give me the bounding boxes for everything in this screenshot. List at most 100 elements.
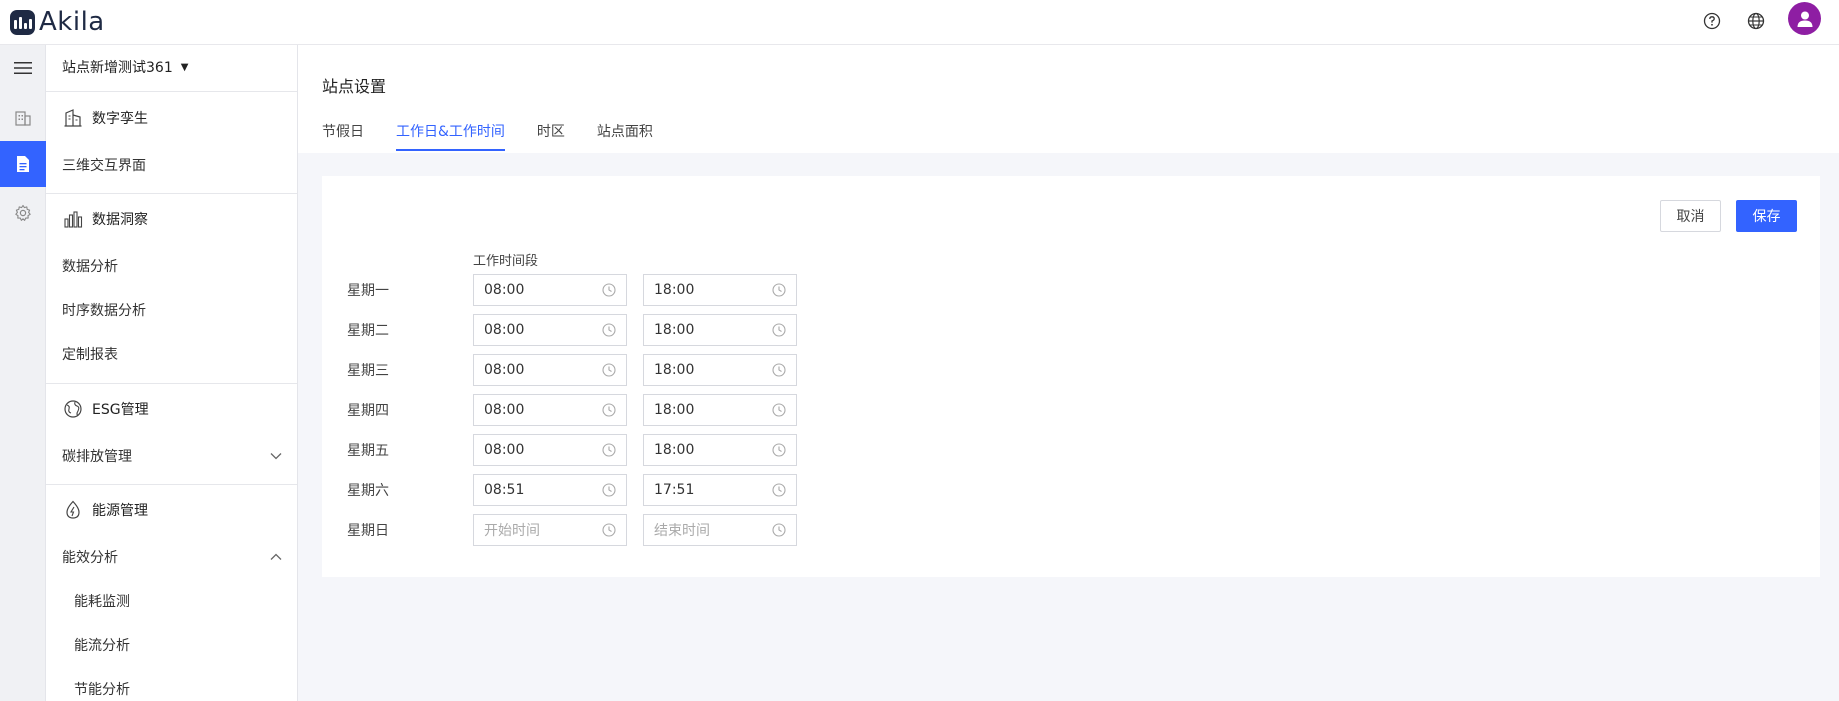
menu-item-timeseries-analysis[interactable]: 时序数据分析	[62, 300, 282, 320]
time-value: 08:00	[484, 322, 525, 338]
globe-leaf-icon	[62, 398, 84, 420]
user-icon	[1797, 11, 1812, 27]
akila-logo[interactable]: Akila	[10, 6, 105, 38]
top-header: Akila	[0, 0, 1839, 45]
clock-icon	[602, 403, 616, 417]
building-icon[interactable]	[0, 95, 46, 141]
globe-icon[interactable]	[1743, 8, 1769, 34]
menu-item-consumption-monitoring[interactable]: 能耗监测	[74, 591, 282, 611]
end-time-input[interactable]: 18:00	[643, 314, 797, 346]
side-menu: 站点新增测试361 ▼ 数字孪生 三维交互界面 数据洞察 数据分析 时序数据分析…	[46, 45, 298, 701]
gear-icon[interactable]	[0, 190, 46, 236]
menu-item-carbon-management[interactable]: 碳排放管理	[62, 446, 282, 466]
menu-group-energy: 能源管理	[62, 499, 148, 521]
start-time-input[interactable]: 08:00	[473, 274, 627, 306]
user-avatar[interactable]	[1788, 2, 1821, 35]
menu-divider	[46, 383, 297, 384]
building-outline-icon	[62, 107, 84, 129]
menu-item-data-analysis[interactable]: 数据分析	[62, 256, 282, 276]
chevron-up-icon	[270, 553, 282, 560]
chevron-down-icon	[270, 453, 282, 460]
clock-icon	[772, 363, 786, 377]
tab-timezone[interactable]: 时区	[537, 121, 565, 151]
working-hours-header: 工作时间段	[473, 254, 539, 269]
menu-divider	[46, 484, 297, 485]
menu-group-data-insight: 数据洞察	[62, 208, 148, 230]
tab-bar: 节假日 工作日&工作时间 时区 站点面积	[322, 121, 685, 151]
page-header: 站点设置 节假日 工作日&工作时间 时区 站点面积	[298, 45, 1839, 153]
start-time-input[interactable]: 08:00	[473, 354, 627, 386]
menu-item-3d-interaction[interactable]: 三维交互界面	[62, 155, 282, 175]
energy-drop-icon	[62, 499, 84, 521]
clock-icon	[772, 483, 786, 497]
menu-item-label: 数据分析	[62, 259, 118, 275]
time-value: 08:00	[484, 442, 525, 458]
clock-icon	[602, 363, 616, 377]
menu-item-label: 定制报表	[62, 347, 118, 363]
document-icon[interactable]	[0, 141, 46, 187]
day-label: 星期五	[347, 443, 389, 459]
menu-divider	[46, 91, 297, 92]
tab-workdays-hours[interactable]: 工作日&工作时间	[396, 121, 505, 151]
menu-divider	[46, 193, 297, 194]
menu-item-efficiency-analysis[interactable]: 能效分析	[62, 547, 282, 567]
tab-holidays[interactable]: 节假日	[322, 121, 364, 151]
menu-item-label: 碳排放管理	[62, 449, 132, 465]
day-label: 星期一	[347, 283, 389, 299]
bar-chart-icon	[62, 208, 84, 230]
hamburger-menu-icon[interactable]	[0, 45, 46, 91]
start-time-input[interactable]: 08:00	[473, 394, 627, 426]
time-value: 结束时间	[654, 523, 710, 539]
page-title: 站点设置	[322, 77, 387, 96]
end-time-input[interactable]: 18:00	[643, 354, 797, 386]
end-time-input[interactable]: 结束时间	[643, 514, 797, 546]
menu-item-custom-reports[interactable]: 定制报表	[62, 344, 282, 364]
end-time-input[interactable]: 17:51	[643, 474, 797, 506]
tab-site-area[interactable]: 站点面积	[597, 121, 653, 151]
caret-down-icon: ▼	[180, 61, 189, 73]
end-time-input[interactable]: 18:00	[643, 394, 797, 426]
site-name: 站点新增测试361	[62, 60, 173, 76]
day-label: 星期六	[347, 483, 389, 499]
time-value: 08:00	[484, 282, 525, 298]
start-time-input[interactable]: 08:00	[473, 314, 627, 346]
clock-icon	[602, 443, 616, 457]
time-value: 18:00	[654, 402, 695, 418]
clock-icon	[602, 483, 616, 497]
time-value: 18:00	[654, 362, 695, 378]
icon-rail	[0, 45, 46, 701]
cancel-button[interactable]: 取消	[1660, 200, 1721, 232]
save-button[interactable]: 保存	[1736, 200, 1797, 232]
menu-group-label: 数据洞察	[92, 212, 148, 228]
help-icon[interactable]	[1699, 8, 1725, 34]
clock-icon	[772, 403, 786, 417]
day-label: 星期日	[347, 523, 389, 539]
start-time-input[interactable]: 08:00	[473, 434, 627, 466]
menu-item-label: 节能分析	[74, 682, 130, 698]
menu-item-energy-flow[interactable]: 能流分析	[74, 635, 282, 655]
clock-icon	[772, 283, 786, 297]
menu-group-label: 能源管理	[92, 503, 148, 519]
end-time-input[interactable]: 18:00	[643, 434, 797, 466]
clock-icon	[602, 523, 616, 537]
start-time-input[interactable]: 08:51	[473, 474, 627, 506]
menu-item-label: 能效分析	[62, 550, 118, 566]
menu-group-label: ESG管理	[92, 402, 149, 418]
menu-item-energy-saving[interactable]: 节能分析	[74, 679, 282, 699]
time-value: 开始时间	[484, 523, 540, 539]
menu-group-digital-twin: 数字孪生	[62, 107, 148, 129]
clock-icon	[772, 523, 786, 537]
day-label: 星期三	[347, 363, 389, 379]
time-value: 08:00	[484, 402, 525, 418]
clock-icon	[772, 443, 786, 457]
time-value: 18:00	[654, 322, 695, 338]
menu-item-label: 能耗监测	[74, 594, 130, 610]
time-value: 08:00	[484, 362, 525, 378]
site-selector[interactable]: 站点新增测试361 ▼	[62, 57, 188, 77]
time-value: 17:51	[654, 482, 695, 498]
end-time-input[interactable]: 18:00	[643, 274, 797, 306]
time-value: 18:00	[654, 442, 695, 458]
menu-group-label: 数字孪生	[92, 111, 148, 127]
menu-item-label: 能流分析	[74, 638, 130, 654]
start-time-input[interactable]: 开始时间	[473, 514, 627, 546]
